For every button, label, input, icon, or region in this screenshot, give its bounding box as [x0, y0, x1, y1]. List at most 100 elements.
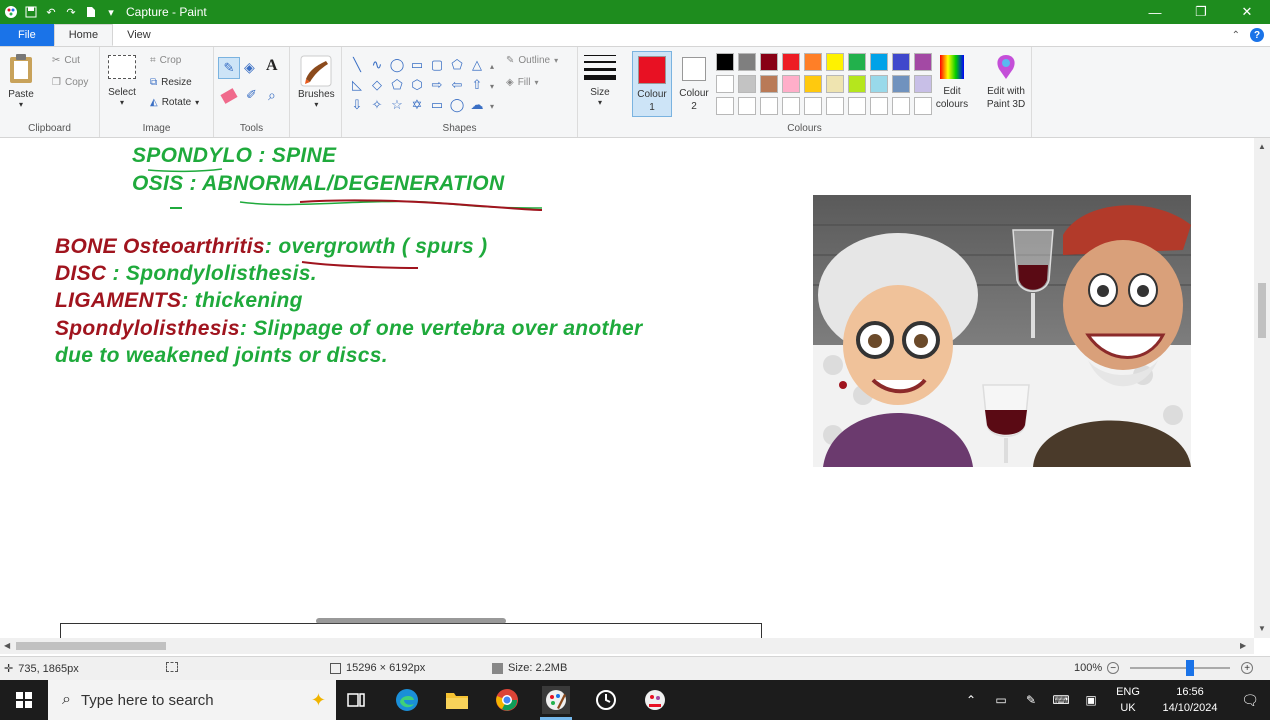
new-file-icon[interactable] — [84, 5, 98, 19]
shapes-scroll[interactable]: ▴ ▾ ▾ — [490, 57, 494, 117]
outline-button[interactable]: ✎ Outline ▾ — [506, 55, 558, 66]
paint-app-2-icon[interactable] — [641, 686, 669, 714]
arrow-down-shape-icon[interactable]: ⇩ — [348, 95, 366, 115]
zoom-slider[interactable] — [1130, 660, 1231, 676]
scroll-left-icon[interactable]: ◀ — [4, 641, 10, 650]
palette-swatch[interactable] — [892, 53, 910, 71]
show-hidden-icons-icon[interactable]: ⌃ — [956, 693, 986, 707]
palette-swatch[interactable] — [848, 75, 866, 93]
edge-icon[interactable] — [393, 686, 421, 714]
size-button[interactable]: Size ▾ — [584, 53, 616, 107]
palette-swatch[interactable] — [870, 97, 888, 115]
palette-swatch[interactable] — [870, 75, 888, 93]
triangle-shape-icon[interactable]: △ — [468, 55, 486, 75]
crop-button[interactable]: ⌗ Crop — [150, 55, 181, 66]
task-view-icon[interactable] — [342, 686, 370, 714]
maximize-button[interactable]: ❐ — [1178, 0, 1224, 24]
cut-button[interactable]: ✂ Cut — [52, 55, 80, 66]
hexagon-shape-icon[interactable]: ⬡ — [408, 75, 426, 95]
text-icon[interactable]: A — [266, 57, 278, 75]
fill-button[interactable]: ◈ Fill ▾ — [506, 77, 539, 88]
edit-colours-button[interactable]: Edit colours — [932, 53, 972, 111]
vertical-scroll-thumb[interactable] — [1258, 283, 1266, 338]
palette-swatch[interactable] — [848, 97, 866, 115]
collapse-ribbon-icon[interactable]: ⌃ — [1232, 30, 1240, 41]
scroll-right-icon[interactable]: ▶ — [1240, 641, 1246, 650]
tab-home[interactable]: Home — [53, 24, 114, 46]
horizontal-scrollbar[interactable]: ◀ ▶ — [0, 638, 1254, 654]
magnifier-icon[interactable]: ⌕ — [268, 87, 276, 104]
resize-button[interactable]: ⧉ Resize — [150, 77, 192, 88]
palette-swatch[interactable] — [782, 75, 800, 93]
palette-swatch[interactable] — [782, 97, 800, 115]
tab-view[interactable]: View — [113, 24, 165, 46]
palette-swatch[interactable] — [914, 53, 932, 71]
palette-swatch[interactable] — [848, 53, 866, 71]
palette-swatch[interactable] — [804, 53, 822, 71]
palette-swatch[interactable] — [738, 75, 756, 93]
eraser-icon[interactable] — [220, 88, 238, 104]
palette-swatch[interactable] — [914, 97, 932, 115]
palette-swatch[interactable] — [738, 53, 756, 71]
palette-swatch[interactable] — [760, 75, 778, 93]
callout-cloud-shape-icon[interactable]: ☁ — [468, 95, 486, 115]
edit-paint3d-button[interactable]: Edit with Paint 3D — [980, 53, 1032, 111]
palette-swatch[interactable] — [804, 97, 822, 115]
save-icon[interactable] — [24, 5, 38, 19]
palette-swatch[interactable] — [826, 97, 844, 115]
help-icon[interactable]: ? — [1250, 28, 1264, 42]
keyboard-icon[interactable]: ⌨ — [1046, 693, 1076, 707]
arrow-right-shape-icon[interactable]: ⇨ — [428, 75, 446, 95]
paste-button[interactable]: Paste ▾ — [8, 53, 34, 109]
close-button[interactable]: ✕ — [1224, 0, 1270, 24]
notifications-icon[interactable]: 🗨 — [1230, 692, 1270, 709]
network-icon[interactable]: ▭ — [986, 693, 1016, 707]
oval-shape-icon[interactable]: ◯ — [388, 55, 406, 75]
palette-swatch[interactable] — [716, 75, 734, 93]
star6-shape-icon[interactable]: ✡ — [408, 95, 426, 115]
palette-swatch[interactable] — [782, 53, 800, 71]
palette-swatch[interactable] — [716, 53, 734, 71]
palette-swatch[interactable] — [826, 53, 844, 71]
diamond-shape-icon[interactable]: ◇ — [368, 75, 386, 95]
zoom-slider-thumb[interactable] — [1186, 660, 1195, 676]
palette-swatch[interactable] — [892, 75, 910, 93]
taskbar-search[interactable]: ⌕ Type here to search ✦ — [48, 680, 336, 720]
palette-swatch[interactable] — [914, 75, 932, 93]
paint-taskbar-icon[interactable] — [542, 686, 570, 714]
language-indicator[interactable]: ENG UK — [1106, 684, 1150, 716]
zoom-out-icon[interactable]: − — [1107, 662, 1120, 674]
fill-bucket-icon[interactable]: ◈ — [244, 59, 255, 76]
rectangle-shape-icon[interactable]: ▭ — [408, 55, 426, 75]
customize-qat-icon[interactable]: ▾ — [104, 5, 118, 19]
file-explorer-icon[interactable] — [443, 686, 471, 714]
curve-shape-icon[interactable]: ∿ — [368, 55, 386, 75]
palette-swatch[interactable] — [804, 75, 822, 93]
line-shape-icon[interactable]: ╲ — [348, 55, 366, 75]
vertical-scrollbar[interactable]: ▲ ▼ — [1254, 138, 1270, 638]
palette-swatch[interactable] — [760, 97, 778, 115]
arrow-left-shape-icon[interactable]: ⇦ — [448, 75, 466, 95]
palette-swatch[interactable] — [826, 75, 844, 93]
color-picker-icon[interactable]: ✐ — [246, 87, 257, 103]
star4-shape-icon[interactable]: ✧ — [368, 95, 386, 115]
colour1-button[interactable]: Colour 1 — [632, 51, 672, 117]
scroll-down-icon[interactable]: ▼ — [1258, 624, 1266, 633]
pencil-icon[interactable]: ✎ — [218, 57, 240, 79]
tab-file[interactable]: File — [0, 24, 54, 46]
palette-swatch[interactable] — [738, 97, 756, 115]
palette-swatch[interactable] — [892, 97, 910, 115]
copy-button[interactable]: ❐ Copy — [52, 77, 88, 88]
palette-swatch[interactable] — [716, 97, 734, 115]
display-icon[interactable]: ▣ — [1076, 693, 1106, 707]
canvas[interactable]: SPONDYLO : SPINE OSIS : ABNORMAL/DEGENER… — [0, 138, 1254, 638]
callout-rect-shape-icon[interactable]: ▭ — [428, 95, 446, 115]
pentagon-shape-icon[interactable]: ⬠ — [388, 75, 406, 95]
horizontal-scroll-thumb[interactable] — [16, 642, 166, 650]
palette-swatch[interactable] — [760, 53, 778, 71]
clock-app-icon[interactable] — [592, 686, 620, 714]
colour2-button[interactable]: Colour 2 — [674, 51, 714, 113]
pen-icon[interactable]: ✎ — [1016, 693, 1046, 707]
palette-swatch[interactable] — [870, 53, 888, 71]
start-button[interactable] — [0, 680, 48, 720]
